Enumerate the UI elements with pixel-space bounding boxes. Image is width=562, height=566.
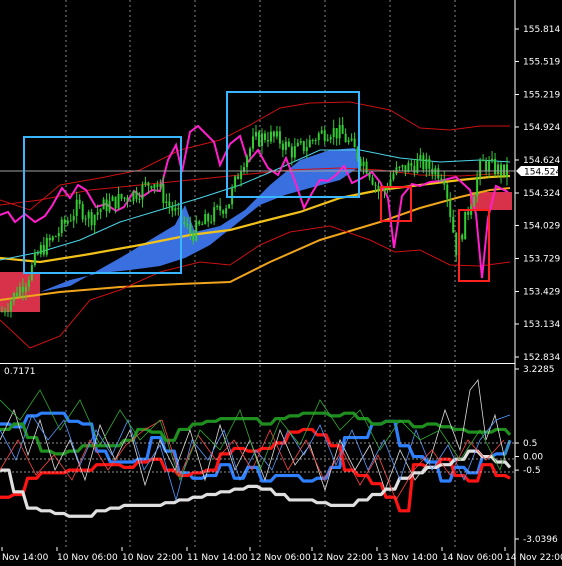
price-tick-label: 155.219 [523,90,560,100]
current-price-flag: 154.524 [516,166,561,178]
candle [464,211,467,240]
current-price-value: 154.524 [524,168,561,178]
price-tick-label: 154.924 [523,123,560,133]
time-tick-label: 12 Nov 22:00 [312,553,373,563]
price-tick-label: 153.429 [523,288,560,298]
indicator-tick-label: 0.5 [523,439,537,449]
indicator-tick-label: 0.00 [523,453,543,463]
time-tick-label: Nov 14:00 [2,553,49,563]
candle [228,204,231,209]
price-tick-label: 152.834 [523,353,560,363]
trading-chart[interactable]: 155.814 155.519 155.219 154.924 154.624 154.3… [0,0,562,566]
price-tick-label: 155.814 [523,25,560,35]
time-tick-label: 14 Nov 06:00 [442,553,503,563]
time-tick-label: 14 Nov 22:00 [505,553,562,563]
price-tick-label: 154.624 [523,156,560,166]
price-tick-label: 155.519 [523,57,560,67]
indicator-tick-label: 3.2285 [523,365,555,375]
time-tick-label: 10 Nov 22:00 [122,553,183,563]
candle [257,130,260,148]
time-tick-label: 12 Nov 06:00 [250,553,311,563]
price-tick-label: 154.324 [523,189,560,199]
price-tick-label: 153.729 [523,254,560,264]
price-tick-label: 154.029 [523,221,560,231]
time-tick-label: 11 Nov 14:00 [187,553,248,563]
time-tick-label: 10 Nov 06:00 [57,553,118,563]
indicator-tick-label: -3.0396 [523,535,558,545]
indicator-tick-label: -0.5 [523,466,541,476]
indicator-value-label: 0.7171 [4,367,36,377]
time-tick-label: 13 Nov 14:00 [377,553,438,563]
candle [81,201,84,223]
price-tick-label: 153.134 [523,320,560,330]
